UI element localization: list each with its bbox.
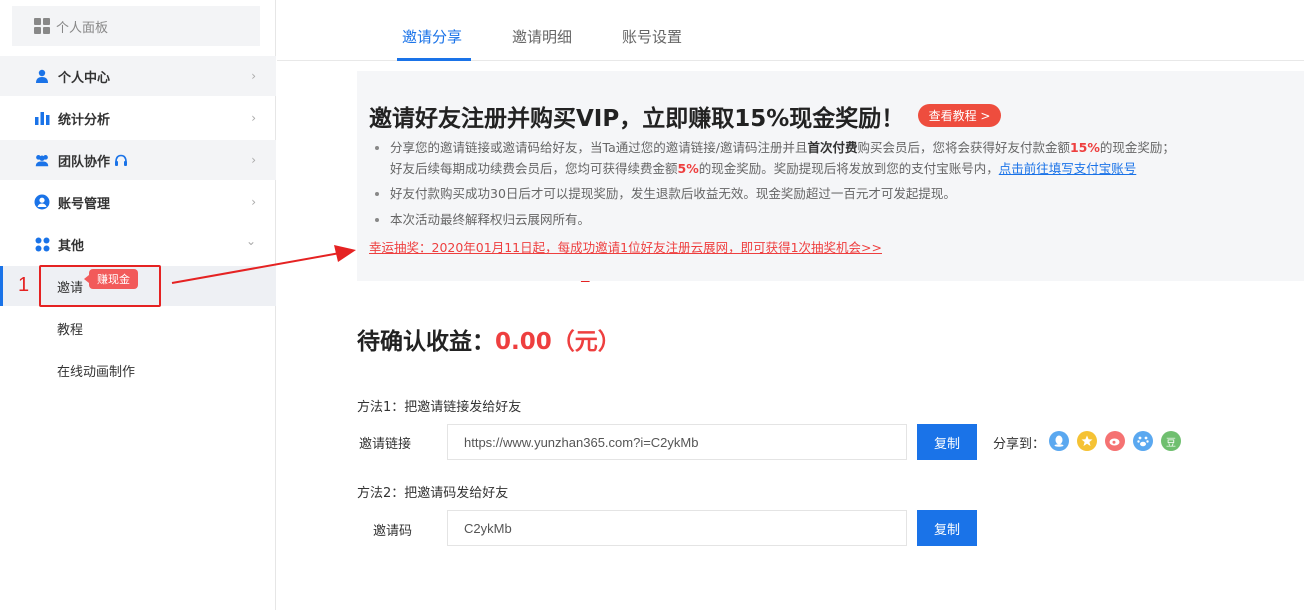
promo-bullet-3: 本次活动最终解释权归云展网所有。 xyxy=(375,209,590,230)
copy-link-button[interactable]: 复制 xyxy=(917,424,977,460)
tab-account-settings[interactable]: 账号设置 xyxy=(622,26,682,47)
douban-icon[interactable]: 豆 xyxy=(1161,431,1181,451)
qzone-icon[interactable] xyxy=(1077,431,1097,451)
promo-title: 邀请好友注册并购买VIP，立即赚取15%现金奖励！ xyxy=(369,106,905,132)
qq-icon[interactable] xyxy=(1049,431,1069,451)
share-to-label: 分享到： xyxy=(993,437,1046,452)
tab-invite-details[interactable]: 邀请明细 xyxy=(512,26,572,47)
invite-link-label: 邀请链接 xyxy=(359,437,412,452)
fill-alipay-link[interactable]: 点击前往填写支付宝账号 xyxy=(999,161,1137,176)
pending-earnings-value: 0.00（元） xyxy=(495,329,621,355)
lottery-link[interactable]: 幸运抽奖：2020年01月11日起，每成功邀请1位好友注册云展网，即可获得1次抽… xyxy=(369,237,882,256)
pending-earnings: 待确认收益：0.00（元） xyxy=(357,322,621,356)
invite-code-input[interactable] xyxy=(447,510,907,546)
method1-title: 方法1：把邀请链接发给好友 xyxy=(357,400,522,415)
invite-link-input[interactable] xyxy=(447,424,907,460)
view-tutorial-button[interactable]: 查看教程 > xyxy=(918,104,1001,127)
copy-code-button[interactable]: 复制 xyxy=(917,510,977,546)
bullet-dot xyxy=(375,192,379,196)
promo-bullet-2: 好友付款购买成功30日后才可以提现奖励，发生退款后收益无效。现金奖励超过一百元才… xyxy=(375,183,956,204)
bullet-dot xyxy=(375,218,379,222)
weibo-icon[interactable] xyxy=(1105,431,1125,451)
promo-bullet-1-cont: 好友后续每期成功续费会员后，您均可获得续费金额5%的现金奖励。奖励提现后将发放到… xyxy=(390,161,1137,176)
pending-earnings-label: 待确认收益： xyxy=(357,329,495,355)
active-tab-indicator xyxy=(397,58,471,61)
tab-invite-share[interactable]: 邀请分享 xyxy=(402,26,462,47)
bullet-dot xyxy=(375,146,379,150)
invite-code-label: 邀请码 xyxy=(373,524,413,539)
method2-title: 方法2：把邀请码发给好友 xyxy=(357,486,509,501)
baidu-icon[interactable] xyxy=(1133,431,1153,451)
promo-panel: 邀请好友注册并购买VIP，立即赚取15%现金奖励！ 查看教程 > 分享您的邀请链… xyxy=(357,71,1304,281)
promo-bullet-1: 分享您的邀请链接或邀请码给好友，当Ta通过您的邀请链接/邀请码注册并且首次付费购… xyxy=(375,137,1175,158)
